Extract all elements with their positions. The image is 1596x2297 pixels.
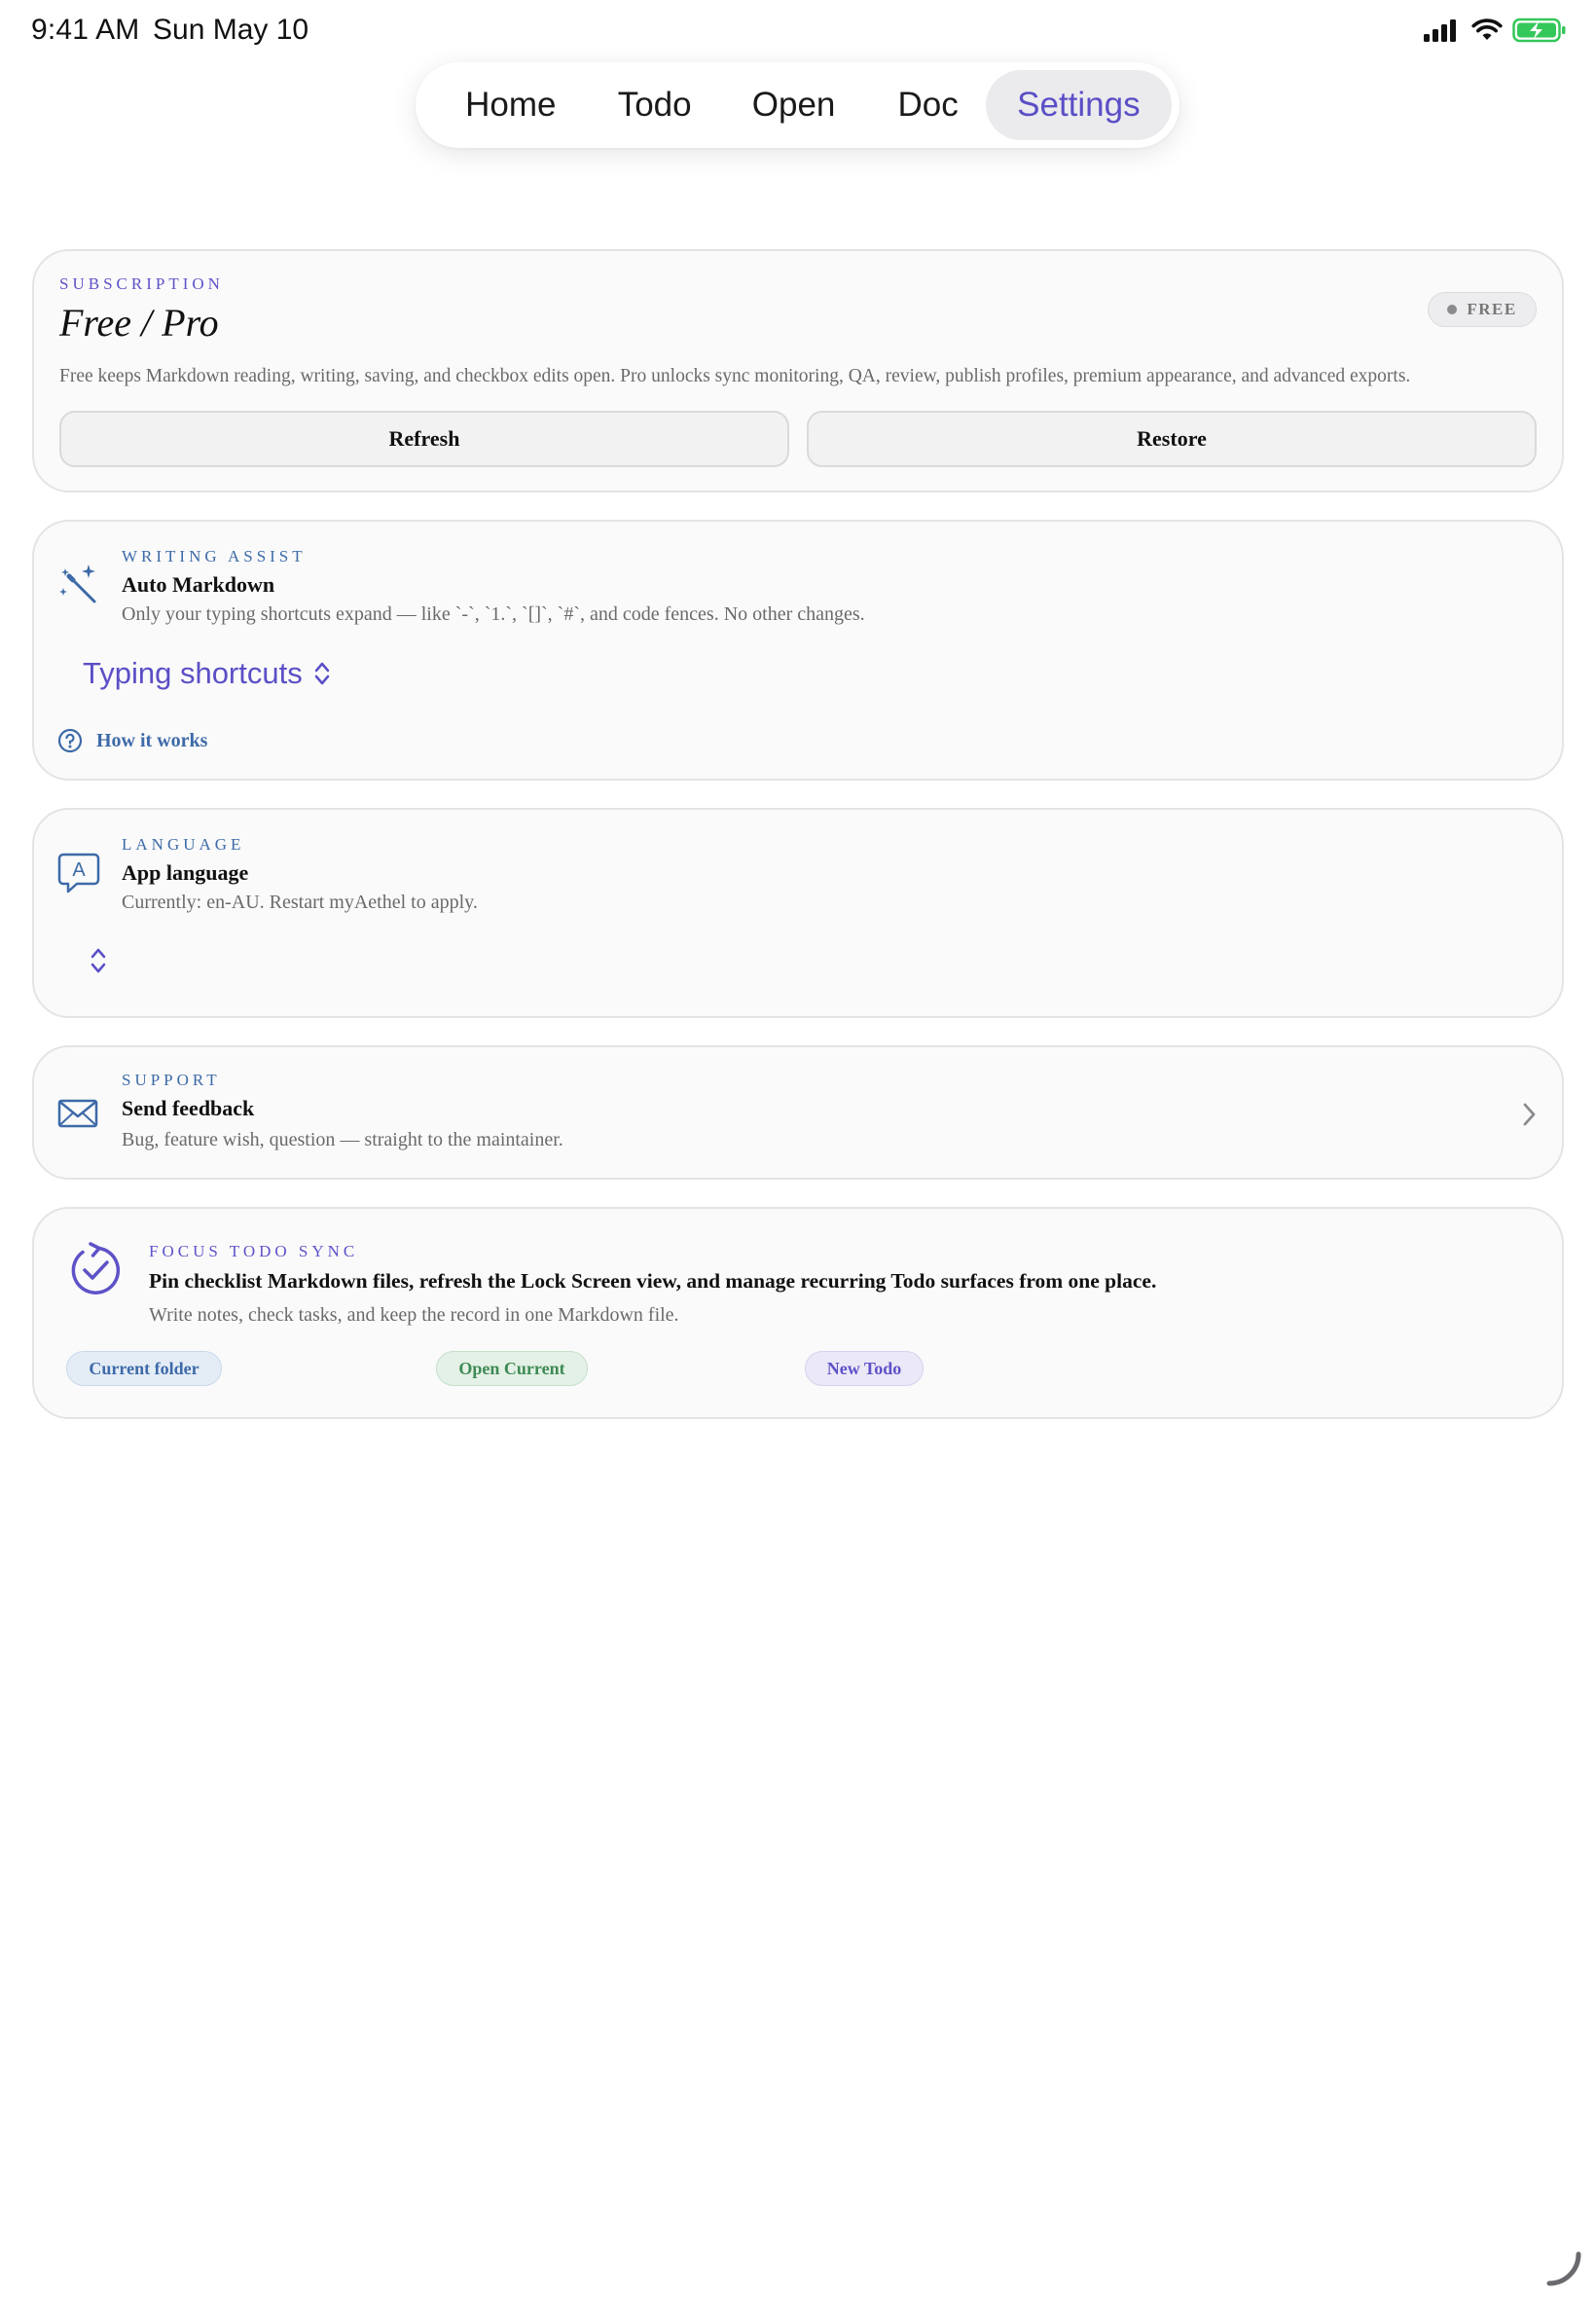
tab-doc[interactable]: Doc: [870, 70, 985, 140]
language-card: A LANGUAGE App language Currently: en-AU…: [32, 808, 1564, 1018]
cellular-signal-icon: [1424, 19, 1456, 42]
window-resize-handle-icon[interactable]: [1543, 2248, 1582, 2287]
focus-todo-sync-card: FOCUS TODO SYNC Pin checklist Markdown f…: [32, 1207, 1564, 1419]
language-eyebrow: LANGUAGE: [122, 835, 245, 854]
how-it-works-link[interactable]: How it works: [57, 728, 207, 753]
tab-todo[interactable]: Todo: [593, 70, 717, 140]
sync-check-icon: [71, 1242, 121, 1294]
language-picker[interactable]: [89, 946, 108, 980]
envelope-icon: [57, 1099, 98, 1128]
writing-assist-eyebrow: WRITING ASSIST: [122, 547, 307, 565]
language-title: App language: [122, 860, 249, 885]
support-title: Send feedback: [122, 1096, 255, 1120]
typing-shortcuts-picker[interactable]: Typing shortcuts: [83, 656, 332, 691]
tab-settings[interactable]: Settings: [985, 70, 1172, 140]
chevron-up-down-icon: [314, 662, 329, 685]
current-folder-chip[interactable]: Current folder: [66, 1351, 222, 1386]
wifi-icon: [1471, 18, 1503, 40]
writing-assist-description: Only your typing shortcuts expand — like…: [122, 603, 865, 625]
how-it-works-label: How it works: [96, 729, 208, 751]
writing-assist-card: WRITING ASSIST Auto Markdown Only your t…: [32, 520, 1564, 781]
restore-button[interactable]: Restore: [807, 411, 1537, 467]
focus-todo-title: Pin checklist Markdown files, refresh th…: [149, 1269, 1157, 1293]
chevron-right-icon: [1523, 1103, 1536, 1126]
plan-badge-label: FREE: [1467, 300, 1517, 318]
language-description: Currently: en-AU. Restart myAethel to ap…: [122, 892, 478, 913]
tab-open[interactable]: Open: [717, 70, 871, 140]
subscription-card: SUBSCRIPTION Free / Pro FREE Free keeps …: [32, 249, 1564, 492]
tab-home[interactable]: Home: [429, 70, 593, 140]
focus-todo-eyebrow: FOCUS TODO SYNC: [149, 1242, 359, 1260]
focus-todo-description: Write notes, check tasks, and keep the r…: [149, 1304, 679, 1326]
subscription-eyebrow: SUBSCRIPTION: [59, 274, 224, 293]
typing-shortcuts-picker-value: Typing shortcuts: [83, 656, 303, 690]
support-eyebrow: SUPPORT: [122, 1071, 221, 1089]
support-description: Bug, feature wish, question — straight t…: [122, 1129, 563, 1150]
subscription-title: Free / Pro: [59, 301, 219, 345]
subscription-description: Free keeps Markdown reading, writing, sa…: [59, 366, 1411, 386]
writing-assist-title: Auto Markdown: [122, 572, 275, 597]
language-bubble-icon: A: [57, 853, 100, 893]
magic-wand-icon: [59, 565, 96, 603]
battery-charging-icon: [1512, 18, 1566, 43]
send-feedback-card[interactable]: SUPPORT Send feedback Bug, feature wish,…: [32, 1045, 1564, 1180]
chevron-up-down-icon: [91, 948, 106, 973]
status-icons: [1423, 18, 1567, 43]
new-todo-chip[interactable]: New Todo: [805, 1351, 924, 1386]
status-bar: 9:41 AM Sun May 10: [0, 0, 1596, 62]
status-time: 9:41 AM: [31, 14, 140, 46]
plan-badge: FREE: [1428, 292, 1537, 327]
question-circle-icon: [57, 728, 83, 753]
status-date: Sun May 10: [153, 14, 309, 46]
top-tab-bar: Home Todo Open Doc Settings: [416, 62, 1179, 148]
refresh-button[interactable]: Refresh: [59, 411, 789, 467]
status-dot-icon: [1447, 305, 1458, 314]
svg-text:A: A: [72, 859, 86, 881]
open-current-chip[interactable]: Open Current: [436, 1351, 588, 1386]
